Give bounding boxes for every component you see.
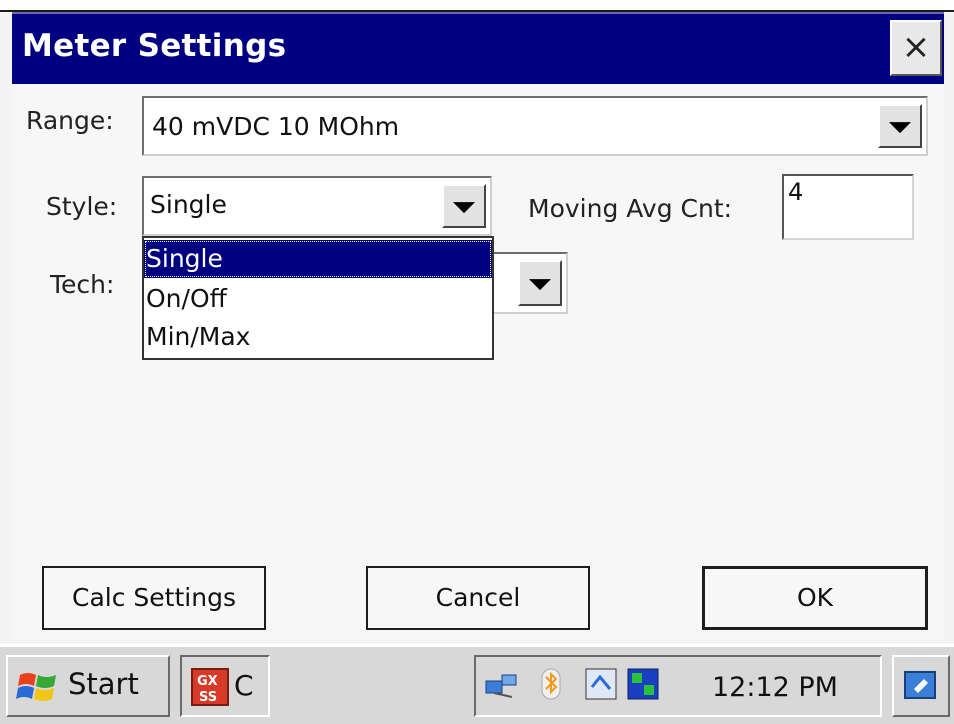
range-dropdown-button[interactable] <box>878 104 922 148</box>
chevron-down-icon <box>529 279 551 291</box>
cancel-label: Cancel <box>435 583 521 612</box>
ok-button[interactable]: OK <box>702 566 928 630</box>
ok-label: OK <box>796 583 834 612</box>
taskbar-app-button[interactable]: GX SS C <box>180 655 270 717</box>
sync-icon[interactable] <box>584 667 618 701</box>
tech-dropdown-button[interactable] <box>518 260 562 306</box>
taskbar: Start GX SS C 12:12 PM <box>0 644 954 724</box>
calc-settings-label: Calc Settings <box>72 583 236 612</box>
style-option-single[interactable]: Single <box>144 240 492 278</box>
gxss-app-icon: GX SS <box>191 668 229 706</box>
bluetooth-icon[interactable] <box>534 667 568 701</box>
calc-settings-button[interactable]: Calc Settings <box>42 566 266 630</box>
system-tray: 12:12 PM <box>474 655 882 717</box>
start-label: Start <box>68 667 139 701</box>
range-value: 40 mVDC 10 MOhm <box>152 112 400 141</box>
close-icon: × <box>901 27 931 67</box>
top-edge <box>0 0 954 12</box>
style-value: Single <box>150 190 227 219</box>
moving-avg-value: 4 <box>788 178 804 206</box>
cancel-button[interactable]: Cancel <box>366 566 590 630</box>
window-title: Meter Settings <box>22 28 287 64</box>
taskbar-app-label: C <box>234 669 254 702</box>
clock: 12:12 PM <box>712 672 838 703</box>
range-label: Range: <box>26 106 114 135</box>
tech-label: Tech: <box>50 270 115 299</box>
style-option-on-off[interactable]: On/Off <box>144 280 492 318</box>
screen: Meter Settings × Range: 40 mVDC 10 MOhm … <box>0 0 954 724</box>
svg-text:SS: SS <box>199 690 217 705</box>
windows-flag-icon <box>16 673 56 701</box>
chevron-down-icon <box>453 202 475 214</box>
style-option-min-max[interactable]: Min/Max <box>144 318 492 356</box>
style-combobox[interactable]: Single <box>142 176 492 236</box>
style-dropdown-list: Single On/Off Min/Max <box>142 236 494 360</box>
dtg-client-icon[interactable] <box>626 667 660 701</box>
svg-text:GX: GX <box>197 674 218 689</box>
title-bar: Meter Settings × <box>12 12 944 84</box>
close-button[interactable]: × <box>890 20 942 76</box>
moving-avg-input[interactable]: 4 <box>782 174 914 240</box>
network-icon[interactable] <box>484 667 518 701</box>
desktop-button[interactable] <box>892 655 950 717</box>
style-label: Style: <box>46 192 118 221</box>
chevron-down-icon <box>889 122 911 134</box>
moving-avg-label: Moving Avg Cnt: <box>528 194 733 223</box>
desktop-icon <box>904 671 936 699</box>
range-combobox[interactable]: 40 mVDC 10 MOhm <box>142 96 928 156</box>
style-dropdown-button[interactable] <box>442 184 486 228</box>
start-button[interactable]: Start <box>6 655 170 717</box>
settings-form: Range: 40 mVDC 10 MOhm Style: Single Mov… <box>12 84 944 640</box>
